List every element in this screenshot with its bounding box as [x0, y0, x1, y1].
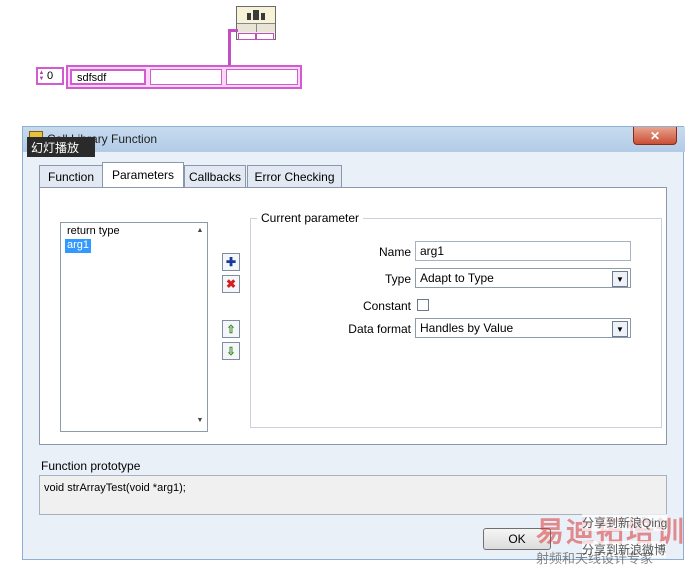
plus-icon: ✚ [225, 255, 237, 269]
array-element[interactable]: sdfsdf [70, 69, 146, 85]
delete-x-icon: ✖ [225, 277, 237, 291]
data-format-label: Data format [348, 322, 411, 336]
dll-icon [237, 7, 275, 24]
type-dropdown[interactable]: Adapt to Type ▼ [415, 268, 631, 288]
scroll-up-icon[interactable]: ▲ [195, 227, 205, 234]
move-down-button[interactable]: ⇩ [222, 342, 240, 360]
prototype-display: void strArrayTest(void *arg1); [39, 475, 667, 515]
node-terminal-row [237, 24, 275, 32]
close-button[interactable]: ✕ [633, 127, 677, 145]
chevron-down-icon[interactable]: ▼ [612, 321, 628, 337]
string-array-wire-vertical[interactable] [228, 30, 231, 68]
call-library-dialog: Call Library Function ✕ 幻灯播放 Function Pa… [22, 126, 685, 560]
prototype-label: Function prototype [41, 459, 141, 473]
tab-callbacks[interactable]: Callbacks [184, 165, 246, 187]
type-value: Adapt to Type [420, 271, 494, 285]
string-array-constant[interactable]: sdfsdf [66, 65, 302, 89]
array-element-empty[interactable] [226, 69, 298, 85]
arrow-down-icon: ⇩ [226, 345, 236, 358]
type-label: Type [384, 272, 411, 286]
list-item-return-type[interactable]: return type [65, 225, 122, 239]
share-qing-link[interactable]: 分享到新浪Qing [582, 514, 668, 531]
close-icon: ✕ [649, 128, 661, 143]
data-format-dropdown[interactable]: Handles by Value ▼ [415, 318, 631, 338]
tab-error-checking[interactable]: Error Checking [247, 165, 342, 187]
array-element-empty[interactable] [150, 69, 222, 85]
tab-function[interactable]: Function [39, 165, 103, 187]
name-label: Name [378, 245, 411, 259]
tab-parameters[interactable]: Parameters [102, 162, 184, 187]
remove-parameter-button[interactable]: ✖ [222, 275, 240, 293]
array-index-value: 0 [47, 70, 54, 82]
slideshow-overlay-label[interactable]: 幻灯播放 [27, 137, 95, 157]
output-terminal[interactable] [256, 33, 274, 40]
constant-label: Constant [362, 299, 411, 313]
move-up-button[interactable]: ⇧ [222, 320, 240, 338]
data-format-value: Handles by Value [420, 321, 514, 335]
name-field[interactable]: arg1 [415, 241, 631, 261]
call-library-node[interactable] [236, 6, 276, 40]
group-legend: Current parameter [257, 211, 364, 225]
arrow-up-icon: ⇧ [226, 323, 236, 336]
watermark-text: 射频和天线设计专家 [536, 551, 654, 566]
list-item-arg1[interactable]: arg1 [65, 239, 92, 253]
index-stepper-icon[interactable]: ▲ ▼ [38, 69, 45, 83]
current-parameter-group: Current parameter Name arg1 Type Adapt t… [250, 211, 662, 428]
array-index-display[interactable]: ▲ ▼ 0 [36, 67, 64, 85]
dialog-titlebar[interactable]: Call Library Function ✕ [23, 127, 685, 152]
input-terminal[interactable] [238, 33, 256, 40]
chevron-down-icon[interactable]: ▼ [612, 271, 628, 287]
parameter-list[interactable]: return type arg1 ▲ ▼ [60, 222, 208, 432]
constant-checkbox[interactable] [417, 299, 429, 311]
add-parameter-button[interactable]: ✚ [222, 253, 240, 271]
scroll-down-icon[interactable]: ▼ [195, 417, 205, 424]
parameters-panel: return type arg1 ▲ ▼ ✚ ✖ ⇧ ⇩ Current par… [39, 187, 667, 445]
